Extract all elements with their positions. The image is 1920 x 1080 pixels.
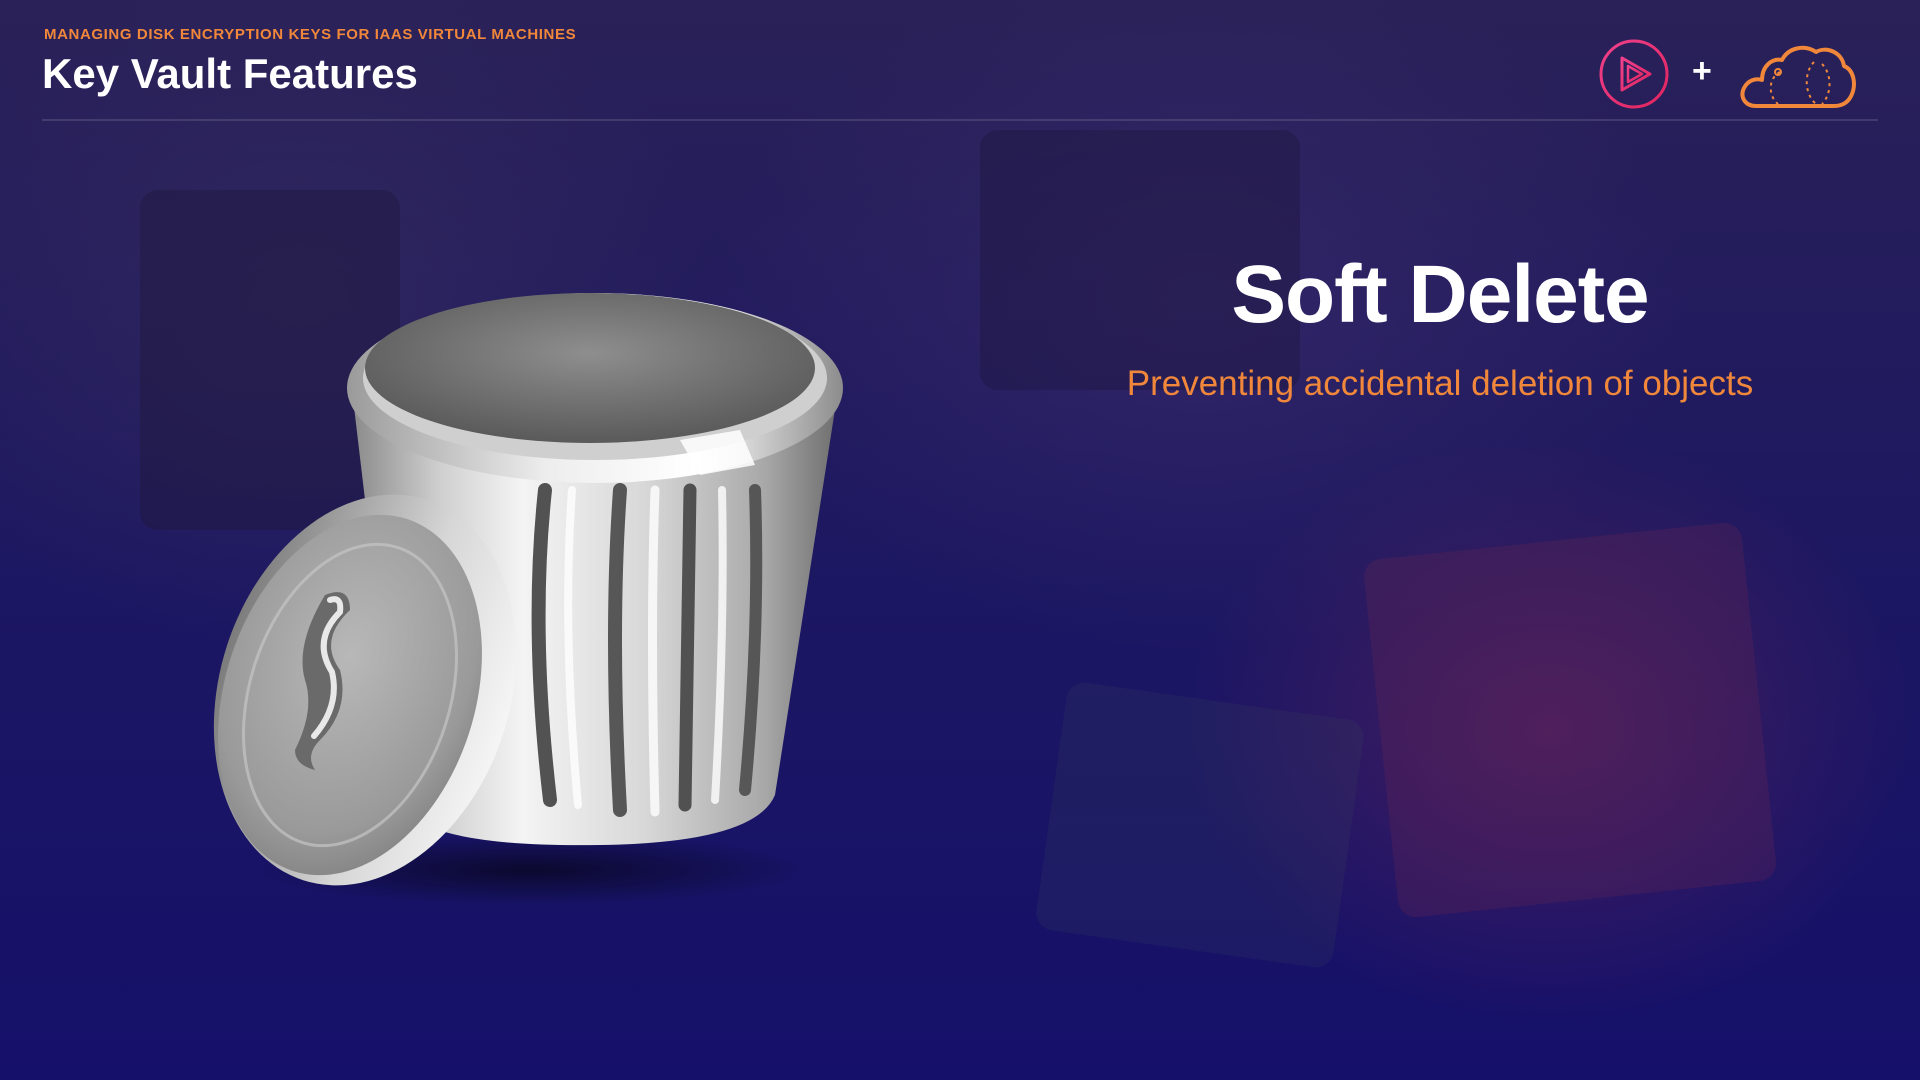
background-blur-shape xyxy=(1362,521,1778,919)
play-circle-icon xyxy=(1599,39,1669,109)
hero-title: Soft Delete xyxy=(1231,249,1649,340)
course-title: MANAGING DISK ENCRYPTION KEYS FOR IAAS V… xyxy=(44,26,577,43)
background-blur-shape xyxy=(1034,680,1366,970)
hero-subtitle: Preventing accidental deletion of object… xyxy=(1126,364,1754,403)
page-title: Key Vault Features xyxy=(42,50,418,97)
hero-section: Soft Delete Preventing accidental deleti… xyxy=(1040,245,1840,405)
slide-header: MANAGING DISK ENCRYPTION KEYS FOR IAAS V… xyxy=(42,24,577,100)
cloud-icon xyxy=(1740,45,1856,108)
plus-separator: + xyxy=(1692,52,1712,90)
brand-logos: + xyxy=(1598,38,1858,112)
header-divider xyxy=(42,119,1878,121)
trash-can-icon xyxy=(213,293,843,906)
